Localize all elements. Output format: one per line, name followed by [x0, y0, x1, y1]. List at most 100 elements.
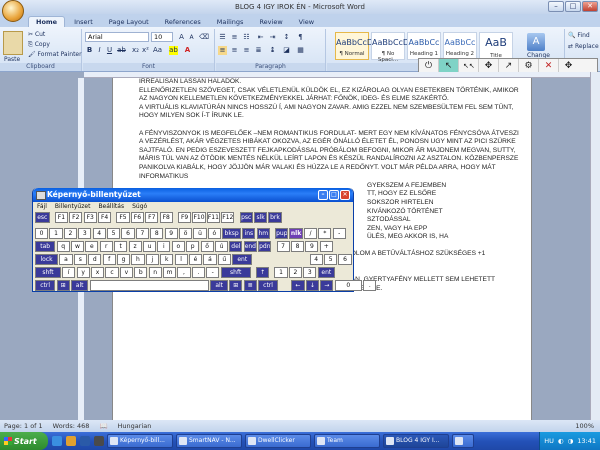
key-tab[interactable]: tab	[35, 241, 56, 252]
key-2[interactable]: 2	[63, 228, 77, 239]
style-no-spacing[interactable]: AaBbCcDc ¶ No Spaci...	[371, 32, 413, 63]
key-6[interactable]: 6	[338, 254, 352, 265]
format-painter-button[interactable]: 🖌 Format Painter	[28, 51, 82, 58]
font-name-select[interactable]: Arial	[85, 32, 149, 42]
key-ent[interactable]: ent	[232, 254, 253, 265]
key-8[interactable]: 8	[150, 228, 164, 239]
key-s[interactable]: s	[73, 254, 87, 265]
key-alt[interactable]: alt	[210, 280, 228, 291]
taskbar-item-osk[interactable]: Képernyő-bill...	[107, 434, 173, 448]
key-h[interactable]: h	[131, 254, 145, 265]
key-F6[interactable]: F6	[130, 212, 144, 223]
key-pdn[interactable]: pdn	[258, 241, 272, 252]
key-shft[interactable]: shft	[220, 267, 251, 278]
key-f[interactable]: f	[102, 254, 116, 265]
copy-button[interactable]: ⎘ Copy	[28, 41, 50, 49]
key-sym5-5[interactable]: ⊞	[229, 280, 243, 291]
key-F10[interactable]: F10	[192, 212, 206, 223]
key-1[interactable]: 1	[274, 267, 288, 278]
key-ctrl[interactable]: ctrl	[257, 280, 279, 291]
zoom-level[interactable]: 100%	[575, 422, 600, 430]
numbering-icon[interactable]: ≡	[230, 33, 239, 42]
pilcrow-icon[interactable]: ¶	[296, 33, 305, 42]
key-7[interactable]: 7	[276, 241, 290, 252]
tab-insert[interactable]: Insert	[67, 17, 100, 27]
key-o[interactable]: o	[171, 241, 185, 252]
key-c[interactable]: c	[105, 267, 119, 278]
italic-icon[interactable]: I	[95, 46, 104, 55]
spelling-icon[interactable]: 📖	[99, 422, 107, 430]
key-sym3-12[interactable]: ű	[217, 254, 231, 265]
key-shft[interactable]: shft	[35, 267, 61, 278]
key-i[interactable]: i	[157, 241, 171, 252]
tab-view[interactable]: View	[292, 17, 321, 27]
key-1[interactable]: 1	[49, 228, 63, 239]
key-2[interactable]: 2	[288, 267, 302, 278]
decrease-indent-icon[interactable]: ⇤	[256, 33, 265, 42]
key-end[interactable]: end	[243, 241, 257, 252]
bullets-icon[interactable]: ☰	[218, 33, 227, 42]
key-sym5-6[interactable]: ≣	[243, 280, 257, 291]
align-center-icon[interactable]: ≡	[230, 46, 239, 55]
font-size-select[interactable]: 10	[151, 32, 173, 42]
key-y[interactable]: y	[76, 267, 90, 278]
borders-icon[interactable]: ▦	[296, 46, 305, 55]
key-psc[interactable]: psc	[239, 212, 253, 223]
key-sym2-11[interactable]: ő	[200, 241, 214, 252]
key-sym1-20[interactable]: -	[332, 228, 346, 239]
key-hm[interactable]: hm	[256, 228, 270, 239]
key-sym4-1[interactable]: í	[62, 267, 76, 278]
key-sym5-10[interactable]: →	[320, 280, 334, 291]
word-icon[interactable]	[80, 436, 90, 446]
key-l[interactable]: l	[174, 254, 188, 265]
key-sym1-12[interactable]: ó	[207, 228, 221, 239]
tab-review[interactable]: Review	[252, 17, 289, 27]
taskbar-item-smartnav[interactable]: SmartNAV - N...	[176, 434, 242, 448]
highlight-icon[interactable]: ab	[169, 46, 178, 55]
close-button[interactable]: ✕	[582, 1, 598, 12]
key-5[interactable]: 5	[324, 254, 338, 265]
align-right-icon[interactable]: ≡	[242, 46, 251, 55]
key-sym5-9[interactable]: ↓	[305, 280, 319, 291]
line-spacing-icon[interactable]: ↨	[268, 46, 277, 55]
key-slk[interactable]: slk	[254, 212, 268, 223]
tab-references[interactable]: References	[158, 17, 208, 27]
change-styles-icon[interactable]: A	[527, 33, 545, 51]
taskbar-item-dwellclicker[interactable]: DwellClicker	[245, 434, 311, 448]
key-9[interactable]: 9	[305, 241, 319, 252]
desktop-icon[interactable]	[94, 436, 104, 446]
key-sym5-8[interactable]: ←	[291, 280, 305, 291]
key-n[interactable]: n	[148, 267, 162, 278]
key-sym2-19[interactable]: +	[319, 241, 333, 252]
tab-mailings[interactable]: Mailings	[210, 17, 251, 27]
key-9[interactable]: 9	[164, 228, 178, 239]
key-F9[interactable]: F9	[178, 212, 192, 223]
key-sym5-1[interactable]: ⊞	[56, 280, 70, 291]
key-brk[interactable]: brk	[268, 212, 282, 223]
sort-icon[interactable]: ↕	[282, 33, 291, 42]
key-F3[interactable]: F3	[83, 212, 97, 223]
tab-page-layout[interactable]: Page Layout	[102, 17, 156, 27]
key-p[interactable]: p	[186, 241, 200, 252]
osk-menu-help[interactable]: Súgó	[132, 202, 147, 212]
style-heading-2[interactable]: AaBbCc Heading 2	[443, 32, 477, 60]
key-sym4-11[interactable]: -	[206, 267, 220, 278]
page-count[interactable]: Page: 1 of 1	[4, 422, 43, 430]
key-t[interactable]: t	[114, 241, 128, 252]
tray-icon[interactable]: ◑	[568, 437, 574, 445]
key-sym1-11[interactable]: ü	[193, 228, 207, 239]
key-nlk[interactable]: nlk	[289, 228, 303, 239]
key-F4[interactable]: F4	[98, 212, 112, 223]
paste-button[interactable]: Paste	[4, 56, 20, 63]
cut-button[interactable]: ✂ Cut	[28, 31, 45, 38]
tab-home[interactable]: Home	[28, 16, 66, 27]
key-3[interactable]: 3	[303, 267, 317, 278]
maximize-button[interactable]: □	[565, 1, 581, 12]
key-a[interactable]: a	[59, 254, 73, 265]
minimize-button[interactable]: –	[548, 1, 564, 12]
osk-menu-settings[interactable]: Beállítás	[98, 202, 124, 212]
folder-icon[interactable]	[66, 436, 76, 446]
key-F5[interactable]: F5	[116, 212, 130, 223]
align-left-icon[interactable]: ≡	[218, 46, 227, 55]
key-d[interactable]: d	[88, 254, 102, 265]
